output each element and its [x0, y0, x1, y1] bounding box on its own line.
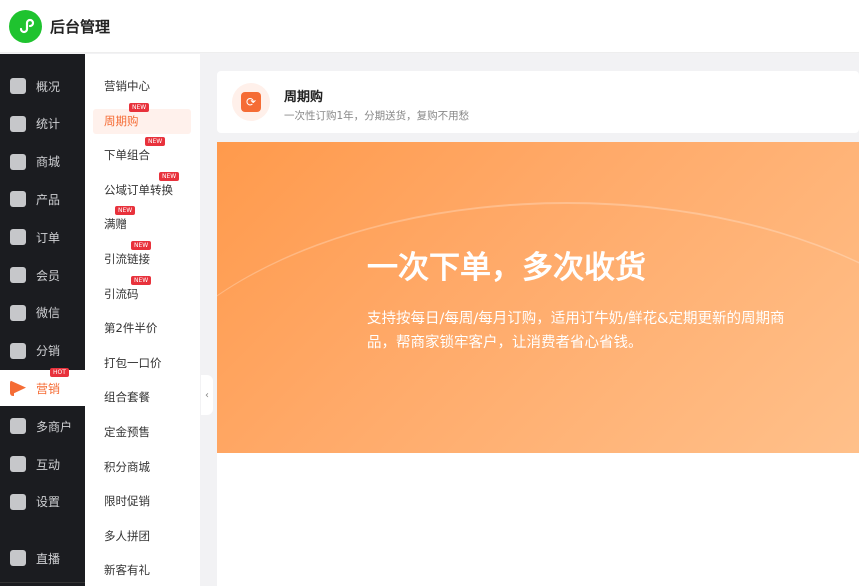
feature-title: 周期购: [284, 90, 324, 105]
submenu-item-12[interactable]: 限时促销: [93, 489, 191, 514]
sidebar-item-label: 概况: [36, 79, 61, 94]
sidebar-divider: [0, 582, 85, 583]
sidebar-item-label: 产品: [36, 192, 61, 207]
shopping-bag-cycle-icon: ⟳: [232, 83, 270, 121]
feature-card: ⟳ 周期购 一次性订购1年，分期送货，复购不用愁: [217, 71, 859, 133]
submenu-item-6[interactable]: 引流码 NEW: [93, 275, 191, 307]
chart-icon: [10, 115, 26, 132]
sidebar-item-label: 分销: [36, 344, 61, 359]
gear-icon: [10, 493, 26, 510]
submenu-item-label: 引流链接: [104, 252, 150, 266]
layers-icon: [10, 78, 26, 94]
hot-badge: HOT: [50, 368, 69, 378]
banner-text: 支持按每日/每周/每月订购，适用订牛奶/鲜花&定期更新的周期商品，帮商家锁牢客户…: [367, 311, 785, 351]
shop-icon: [10, 153, 26, 170]
users-icon: [10, 342, 26, 359]
sidebar-item-label: 营销: [36, 381, 61, 396]
grid-icon: [10, 191, 26, 208]
store-icon: [10, 418, 26, 435]
submenu-item-label: 定金预售: [104, 425, 150, 439]
submenu-item-9[interactable]: 组合套餐: [93, 385, 191, 410]
submenu-item-label: 多人拼团: [104, 528, 150, 543]
submenu-item-label: 满赠: [104, 217, 127, 232]
submenu-item-0[interactable]: 营销中心: [93, 74, 191, 99]
sidebar-item-3[interactable]: 产品: [0, 181, 85, 217]
chevron-left-icon: ‹: [205, 389, 209, 401]
submenu-item-label: 打包一口价: [104, 355, 162, 370]
sidebar-item-4[interactable]: 订单: [0, 219, 85, 255]
submenu-item-10[interactable]: 定金预售: [93, 420, 191, 445]
sidebar-item-5[interactable]: 会员: [0, 257, 85, 293]
content-area: [217, 453, 859, 586]
new-badge: NEW: [131, 241, 152, 250]
sidebar-item-0[interactable]: 概况: [0, 68, 85, 104]
submenu-item-2[interactable]: 下单组合 NEW: [93, 137, 191, 168]
sidebar-item-2[interactable]: 商城: [0, 144, 85, 180]
sidebar-item-6[interactable]: 微信: [0, 295, 85, 331]
tv-icon: [10, 550, 26, 566]
sidebar-item-label: 会员: [36, 268, 61, 283]
new-badge: NEW: [129, 102, 150, 112]
new-badge: NEW: [145, 137, 166, 147]
sidebar-item-label: 订单: [36, 230, 61, 245]
clipboard-icon: [10, 229, 26, 246]
sidebar-item-label: 多商户: [36, 419, 73, 434]
submenu-item-label: 引流码: [104, 286, 139, 301]
submenu-item-3[interactable]: 公域订单转换 NEW: [93, 171, 191, 203]
sidebar-item-label: 商城: [36, 155, 61, 170]
submenu-item-label: 营销中心: [104, 79, 150, 93]
sidebar-item-10[interactable]: 互动: [0, 446, 85, 482]
sidebar-item-9[interactable]: 多商户: [0, 408, 85, 444]
marketing-submenu: 营销中心 周期购 NEW 下单组合 NEW 公域订单转换 NEW 满赠 NEW 引流链接 NEW 引流…: [85, 54, 200, 586]
feature-description: 一次性订购1年，分期送货，复购不用愁: [284, 110, 470, 122]
promo-banner: 一次下单，多次收货 支持按每日/每周/每月订购，适用订牛奶/鲜花&定期更新的周期…: [217, 142, 859, 453]
new-badge: NEW: [115, 206, 136, 216]
sidebar-item-label: 统计: [36, 117, 61, 132]
main-sidebar: 概况统计商城产品订单会员微信分销营销 HOT 多商户互动设置直播: [0, 54, 85, 586]
submenu-item-label: 限时促销: [104, 494, 150, 509]
sidebar-item-8[interactable]: 营销 HOT: [0, 368, 85, 407]
submenu-item-14[interactable]: 新客有礼: [93, 558, 191, 583]
submenu-item-7[interactable]: 第2件半价: [93, 316, 191, 341]
sidebar-item-label: 微信: [36, 306, 61, 321]
logo-icon: [9, 9, 42, 43]
submenu-item-5[interactable]: 引流链接 NEW: [93, 241, 191, 272]
app-title: 后台管理: [50, 17, 111, 36]
top-header: 后台管理: [0, 0, 859, 53]
submenu-item-label: 周期购: [104, 113, 139, 128]
people-icon: [10, 456, 26, 472]
sidebar-item-label: 互动: [36, 457, 61, 472]
sidebar-item-label: 设置: [36, 495, 61, 510]
submenu-item-label: 公域订单转换: [104, 182, 173, 197]
new-badge: NEW: [131, 275, 152, 285]
flag-icon: [10, 380, 26, 397]
banner-headline: 一次下单，多次收货: [367, 250, 646, 286]
submenu-item-13[interactable]: 多人拼团: [93, 524, 191, 549]
submenu-item-label: 组合套餐: [104, 390, 150, 405]
new-badge: NEW: [159, 171, 180, 181]
submenu-item-label: 积分商城: [104, 459, 150, 474]
sidebar-item-1[interactable]: 统计: [0, 106, 85, 142]
submenu-item-1[interactable]: 周期购 NEW: [93, 102, 191, 134]
crown-icon: [10, 267, 26, 283]
sidebar-item-label: 直播: [36, 551, 61, 566]
submenu-item-label: 新客有礼: [104, 563, 150, 578]
submenu-item-label: 下单组合: [104, 148, 150, 163]
sidebar-item-11[interactable]: 设置: [0, 484, 85, 520]
submenu-item-8[interactable]: 打包一口价: [93, 351, 191, 376]
submenu-item-11[interactable]: 积分商城: [93, 455, 191, 480]
collapse-submenu-button[interactable]: ‹: [201, 375, 213, 415]
sidebar-item-7[interactable]: 分销: [0, 333, 85, 369]
sidebar-item-12[interactable]: 直播: [0, 540, 85, 576]
wechat-icon: [10, 304, 26, 321]
submenu-item-label: 第2件半价: [104, 321, 158, 336]
submenu-item-4[interactable]: 满赠 NEW: [93, 206, 191, 237]
